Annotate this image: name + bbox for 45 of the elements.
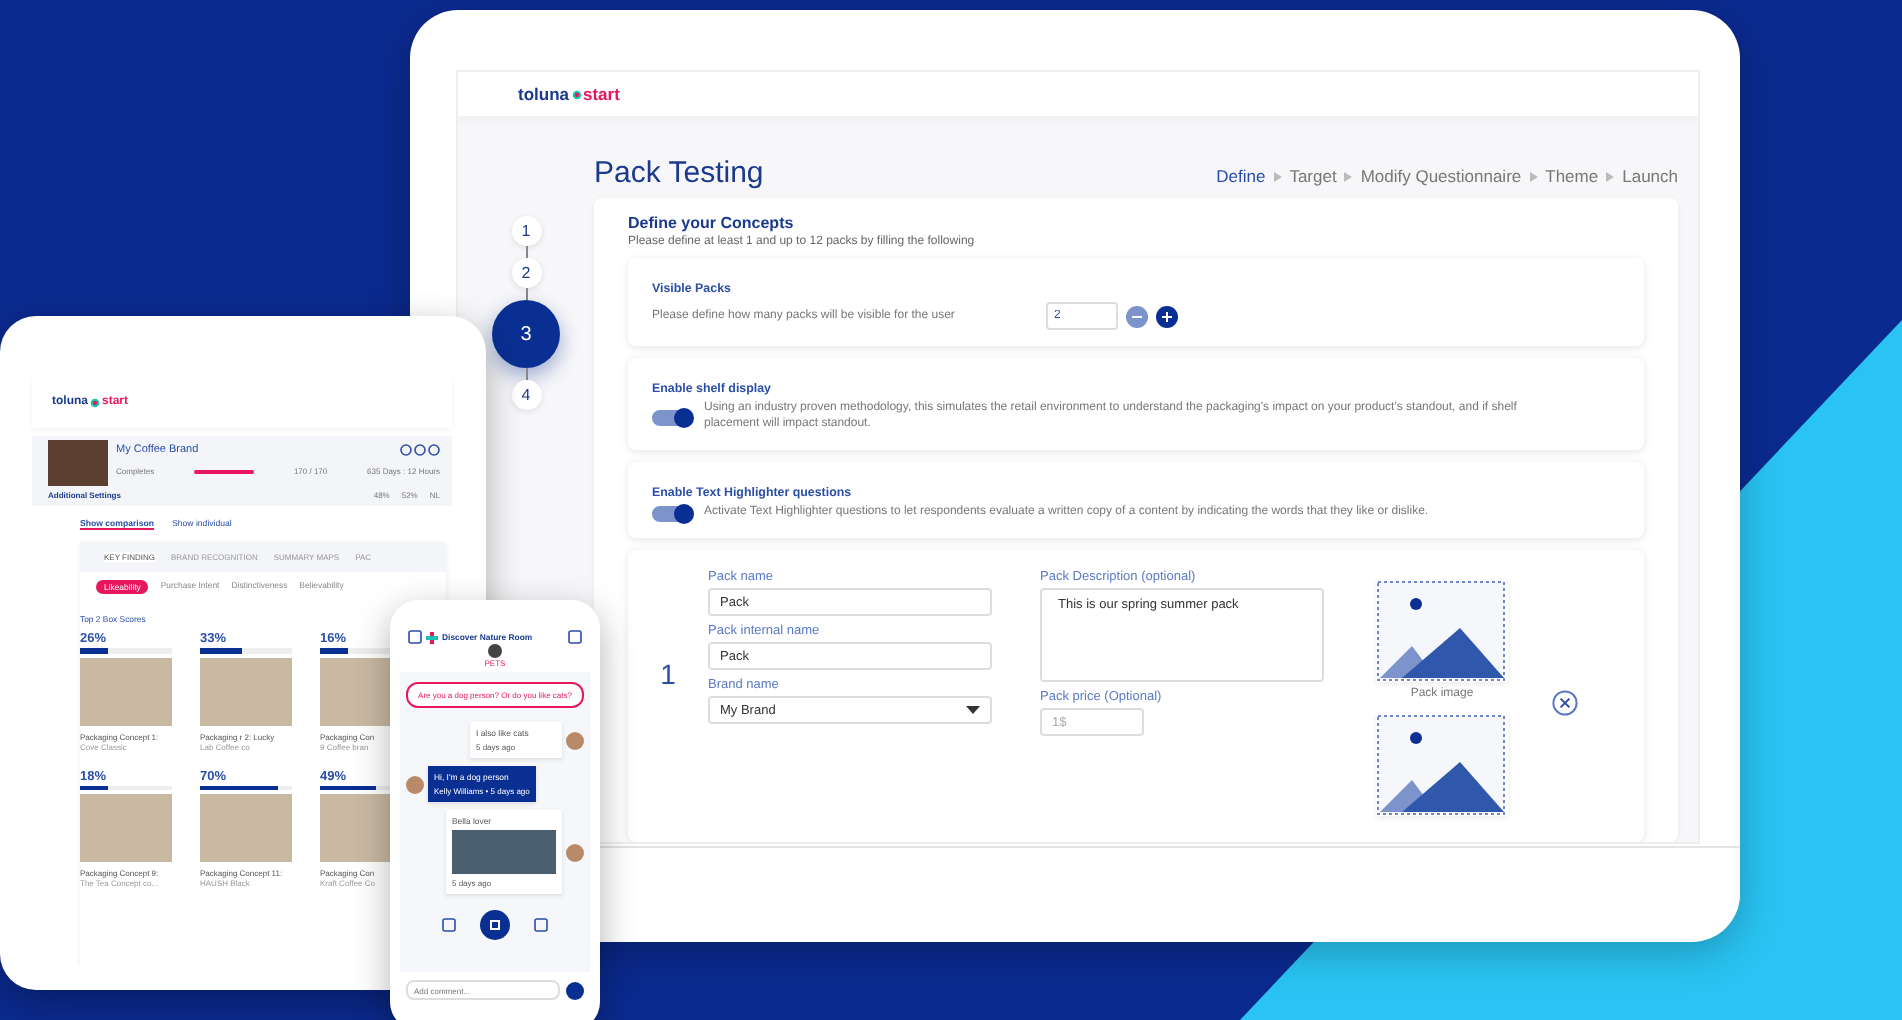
- breadcrumb-link[interactable]: Launch: [1622, 166, 1678, 187]
- breadcrumb-link[interactable]: Target: [1289, 166, 1337, 187]
- page-title: Pack Testing: [594, 156, 764, 191]
- photo-placeholder: [80, 657, 172, 725]
- star-icon: [571, 89, 581, 100]
- photo-placeholder: [80, 794, 172, 862]
- plus-button[interactable]: [1156, 305, 1178, 328]
- chevron-icon: [1529, 171, 1538, 182]
- toggle-switch[interactable]: [652, 506, 692, 522]
- square-icon: [442, 918, 456, 932]
- photo-placeholder: [200, 657, 292, 725]
- step-circle[interactable]: 1: [511, 216, 541, 247]
- toggle-switch[interactable]: [652, 410, 692, 427]
- step-circle[interactable]: 3: [492, 300, 560, 369]
- breadcrumb-link[interactable]: Define: [1216, 166, 1266, 187]
- star-icon: [90, 397, 100, 407]
- minus-button[interactable]: [1126, 305, 1148, 328]
- section-heading: Define your Concepts: [628, 214, 796, 233]
- close-icon: [1552, 689, 1578, 715]
- chevron-icon: [1273, 171, 1282, 182]
- chevron-icon: [1344, 171, 1353, 182]
- center-button[interactable]: [480, 910, 510, 940]
- send-button[interactable]: [566, 981, 584, 999]
- cross-logo-icon: [426, 631, 438, 643]
- photo-placeholder: [452, 830, 556, 874]
- avatar: [406, 775, 424, 793]
- photo-placeholder: [200, 794, 292, 862]
- logo-text: toluna: [518, 84, 569, 105]
- breadcrumb-link[interactable]: Modify Questionnaire: [1360, 166, 1522, 187]
- image-placeholder-icon: [1376, 580, 1508, 682]
- step-circle[interactable]: 2: [511, 258, 541, 289]
- pack-number: 1: [658, 658, 678, 690]
- square-icon: [568, 630, 582, 644]
- avatar: [488, 644, 502, 658]
- chevron-icon: [1606, 171, 1615, 182]
- square-icon: [534, 918, 548, 932]
- logo-text: start: [583, 84, 620, 105]
- square-icon: [408, 630, 422, 644]
- caret-icon: [966, 706, 980, 714]
- photo-placeholder: [48, 440, 108, 486]
- step-circle[interactable]: 4: [511, 380, 541, 411]
- image-placeholder-icon: [1376, 714, 1508, 816]
- avatar: [566, 843, 584, 861]
- breadcrumb-link[interactable]: Theme: [1545, 166, 1599, 187]
- avatar: [566, 731, 584, 749]
